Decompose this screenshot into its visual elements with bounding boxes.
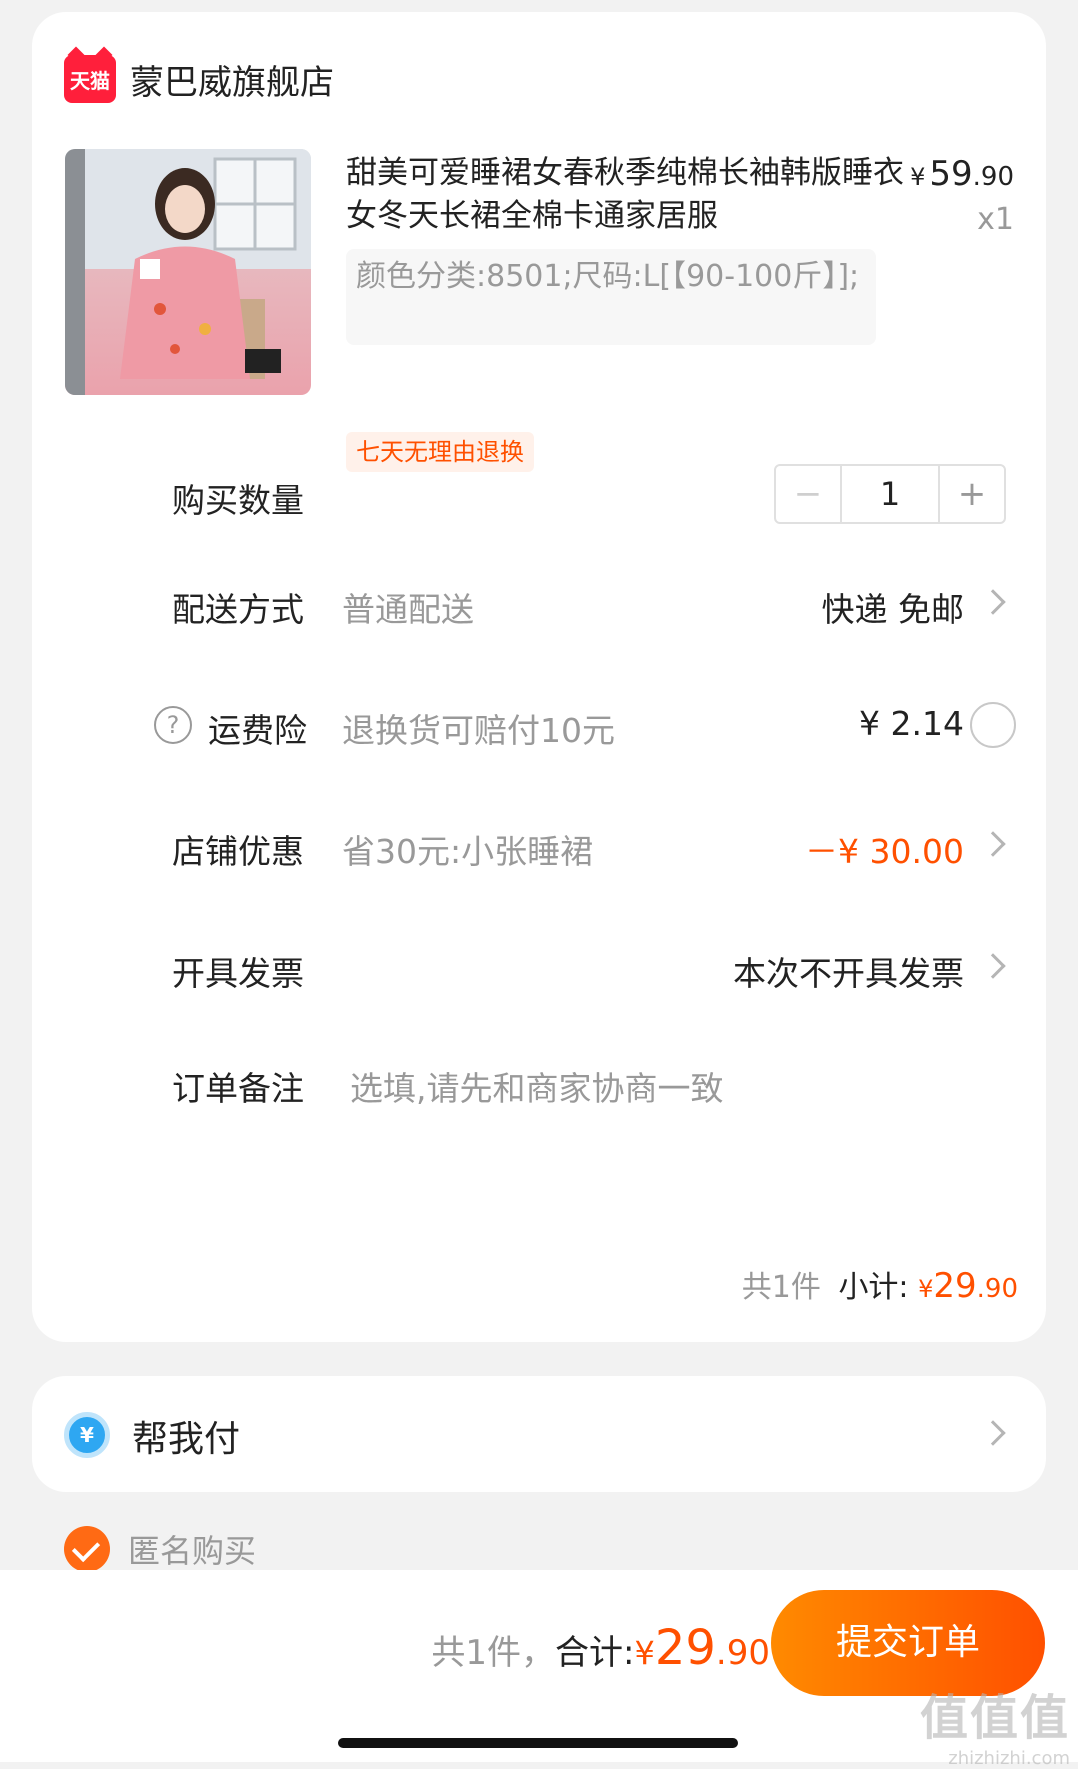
tmall-logo-text: 天猫 — [70, 68, 110, 93]
anonymous-label: 匿名购买 — [128, 1532, 257, 1570]
total-amount: ¥29.90 — [634, 1620, 770, 1676]
question-icon[interactable]: ? — [154, 706, 192, 744]
row-quantity: 购买数量 − 1 + — [32, 454, 1046, 534]
row-invoice[interactable]: 开具发票 本次不开具发票 — [32, 927, 1046, 1007]
product-quantity: x1 — [977, 202, 1014, 237]
product-price: ¥59.90 — [910, 154, 1014, 194]
total-count: 共1件， — [431, 1633, 556, 1673]
row-shipping-insurance: ? 运费险 退换货可赔付10元 ¥ 2.14 — [32, 684, 1046, 764]
subtotal-decimal: .90 — [976, 1274, 1018, 1304]
home-indicator[interactable] — [338, 1738, 738, 1748]
remark-input[interactable]: 选填,请先和商家协商一致 — [350, 1062, 724, 1110]
shop-header[interactable]: 天猫 蒙巴威旗舰店 — [64, 52, 334, 106]
row-remark: 订单备注 选填,请先和商家协商一致 — [32, 1042, 1046, 1122]
help-pay-card[interactable]: ¥ 帮我付 — [32, 1376, 1046, 1492]
subtotal-label: 小计: — [838, 1270, 909, 1305]
chevron-right-icon — [980, 831, 1006, 857]
total-decimal: .90 — [715, 1633, 770, 1673]
watermark-url: zhizhizhi.com — [948, 1748, 1070, 1769]
order-card: 天猫 蒙巴威旗舰店 甜美可爱睡裙女春秋季纯棉长袖韩版睡衣女冬天长裙全棉卡通家居服… — [32, 12, 1046, 1342]
delivery-label: 配送方式 — [172, 590, 304, 629]
product-image[interactable] — [65, 149, 311, 395]
increase-button[interactable]: + — [938, 466, 1004, 522]
product-photo-icon — [65, 149, 311, 395]
delivery-desc: 普通配送 — [342, 590, 474, 629]
total-label: 合计: — [555, 1633, 635, 1673]
row-delivery[interactable]: 配送方式 普通配送 快递 免邮 — [32, 563, 1046, 643]
checkmark-icon[interactable] — [64, 1526, 110, 1572]
quantity-label: 购买数量 — [172, 481, 304, 520]
invoice-label: 开具发票 — [172, 954, 304, 993]
yuan-coin-icon: ¥ — [64, 1412, 110, 1458]
tmall-logo: 天猫 — [64, 55, 116, 103]
discount-value: －¥ 30.00 — [805, 832, 964, 871]
chevron-right-icon — [980, 953, 1006, 979]
remark-label: 订单备注 — [172, 1069, 304, 1108]
price-symbol: ¥ — [910, 163, 926, 191]
chevron-right-icon — [980, 589, 1006, 615]
insurance-label: 运费险 — [208, 711, 307, 750]
subtotal-count: 共1件 — [741, 1270, 821, 1305]
subtotal-integer: 29 — [933, 1266, 977, 1306]
watermark: 值值值 zhizhizhi.com — [920, 1678, 1070, 1769]
subtotal: 共1件 小计: ¥29.90 — [742, 1262, 1018, 1306]
row-shop-discount[interactable]: 店铺优惠 省30元:小张睡裙 －¥ 30.00 — [32, 805, 1046, 885]
subtotal-symbol: ¥ — [918, 1275, 934, 1303]
insurance-radio[interactable] — [970, 702, 1016, 748]
product-title[interactable]: 甜美可爱睡裙女春秋季纯棉长袖韩版睡衣女冬天长裙全棉卡通家居服 — [346, 152, 906, 238]
total-symbol: ¥ — [634, 1634, 655, 1672]
invoice-value: 本次不开具发票 — [733, 954, 964, 993]
insurance-price: ¥ 2.14 — [859, 704, 964, 743]
bottom-bar: 共1件，合计:¥29.90 提交订单 值值值 zhizhizhi.com — [0, 1570, 1078, 1769]
quantity-value[interactable]: 1 — [842, 466, 938, 522]
subtotal-amount: ¥29.90 — [918, 1266, 1018, 1306]
price-decimal: .90 — [972, 162, 1014, 192]
decrease-button[interactable]: − — [776, 466, 842, 522]
discount-desc: 省30元:小张睡裙 — [342, 832, 594, 871]
total-integer: 29 — [654, 1620, 716, 1676]
quantity-stepper[interactable]: − 1 + — [774, 464, 1006, 524]
discount-label: 店铺优惠 — [172, 832, 304, 871]
help-pay-label: 帮我付 — [132, 1419, 241, 1460]
price-integer: 59 — [929, 154, 973, 194]
order-total: 共1件，合计:¥29.90 — [431, 1620, 770, 1676]
delivery-value: 快递 免邮 — [821, 590, 965, 629]
insurance-desc: 退换货可赔付10元 — [342, 711, 615, 750]
sku-box[interactable]: 颜色分类:8501;尺码:L[【90-100斤】]; — [346, 249, 876, 345]
anonymous-purchase[interactable]: 匿名购买 — [64, 1526, 256, 1572]
chevron-right-icon — [980, 1420, 1006, 1446]
shop-name[interactable]: 蒙巴威旗舰店 — [130, 55, 334, 104]
watermark-logo: 值值值 — [919, 1690, 1070, 1746]
